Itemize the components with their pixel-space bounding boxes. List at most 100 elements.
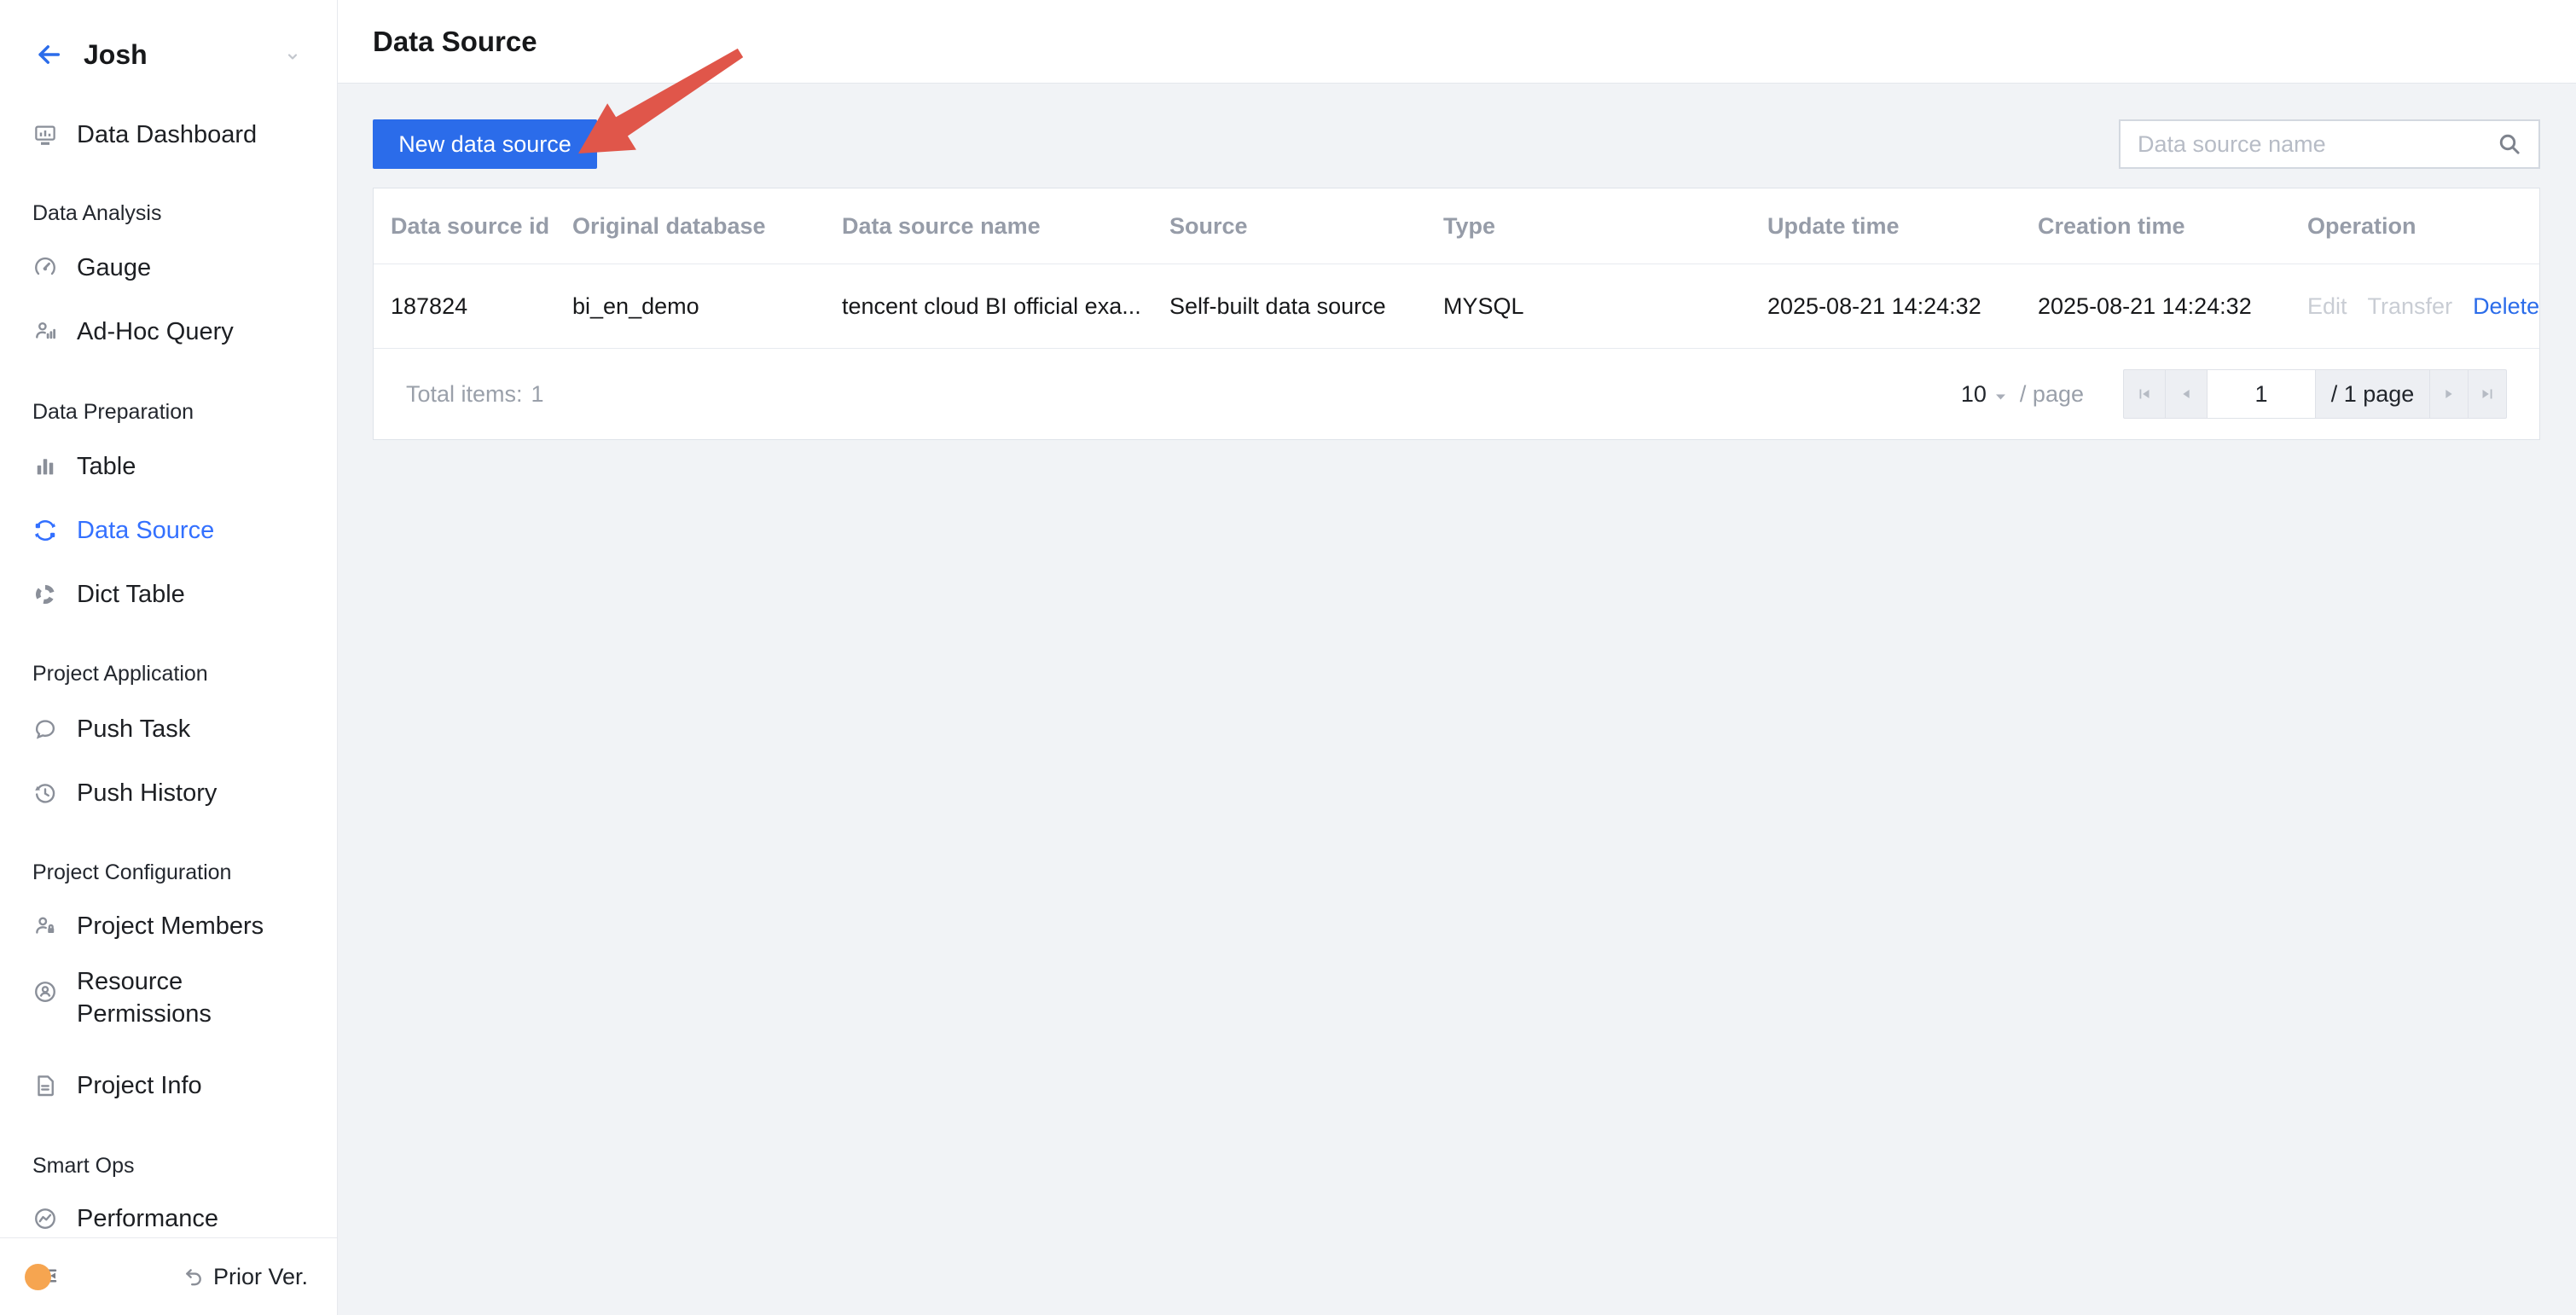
resource-permissions-icon (32, 979, 58, 1005)
table-footer: Total items: 1 10 / page 1 / 1 page (374, 349, 2539, 439)
table-icon (32, 454, 58, 479)
page-size-select[interactable]: 10 / page (1961, 381, 2084, 408)
sidebar-item-label: Project Info (77, 1072, 202, 1099)
total-items-label: Total items: (406, 380, 523, 407)
prior-version-button[interactable]: Prior Ver. (182, 1238, 308, 1315)
sidebar-item-project-info[interactable]: Project Info (0, 1054, 337, 1117)
search-box[interactable] (2119, 119, 2540, 169)
cell-type: MYSQL (1443, 293, 1524, 319)
gauge-icon (32, 255, 58, 281)
page-title: Data Source (373, 25, 537, 57)
section-label: Project Application (32, 661, 208, 686)
column-header: Original database (572, 212, 766, 239)
performance-icon (32, 1206, 58, 1231)
avatar-badge[interactable] (25, 1264, 51, 1290)
sidebar-item-data-dashboard[interactable]: Data Dashboard (0, 103, 337, 166)
sidebar-item-data-source[interactable]: Data Source (0, 499, 337, 562)
last-page-button[interactable] (2468, 369, 2507, 419)
next-page-button[interactable] (2429, 369, 2469, 419)
caret-down-icon (1995, 393, 2006, 401)
column-header: Type (1443, 212, 1496, 239)
sidebar-item-label: Push Task (77, 715, 191, 743)
sidebar-section-project-application: Project Application (0, 655, 337, 692)
table-row: 187824 bi_en_demo tencent cloud BI offic… (374, 264, 2539, 349)
column-header: Data source id (391, 212, 550, 239)
project-members-icon (32, 913, 58, 939)
sidebar-item-label: Project Members (77, 912, 264, 940)
sidebar-item-table[interactable]: Table (0, 435, 337, 498)
main-area: Data Source New data source Data source … (338, 0, 2576, 1315)
sidebar-section-data-analysis: Data Analysis (0, 194, 337, 232)
per-page-label: / page (2019, 380, 2084, 407)
page-controls: / 1 page (2123, 369, 2507, 419)
sidebar-item-label: Table (77, 453, 136, 480)
sidebar-item-label: Gauge (77, 254, 152, 281)
project-info-icon (32, 1073, 58, 1098)
sidebar-item-label: Data Source (77, 517, 215, 544)
sidebar-item-gauge[interactable]: Gauge (0, 236, 337, 299)
sidebar-item-label: Push History (77, 779, 218, 807)
page-size-value: 10 (1960, 380, 1987, 407)
content-area: New data source Data source id Original … (338, 84, 2576, 1315)
section-label: Project Configuration (32, 860, 232, 884)
back-arrow-icon[interactable] (34, 40, 63, 69)
edit-link[interactable]: Edit (2307, 293, 2347, 320)
sidebar-section-data-preparation: Data Preparation (0, 393, 337, 431)
column-header: Update time (1767, 212, 1900, 239)
transfer-link[interactable]: Transfer (2368, 293, 2453, 320)
push-history-icon (32, 780, 58, 806)
workspace-name: Josh (84, 38, 148, 70)
adhoc-query-icon (32, 319, 58, 345)
total-items-count: 1 (531, 380, 544, 407)
push-task-icon (32, 716, 58, 742)
first-page-button[interactable] (2123, 369, 2166, 419)
row-actions: Edit Transfer Delete (2290, 293, 2539, 320)
search-input[interactable] (2121, 130, 2496, 158)
dict-table-icon (32, 582, 58, 607)
column-header: Source (1169, 212, 1248, 239)
cell-original-database: bi_en_demo (572, 293, 699, 319)
column-header: Operation (2307, 212, 2416, 239)
sidebar-footer: Prior Ver. (0, 1237, 337, 1315)
search-icon[interactable] (2496, 130, 2523, 158)
workspace-header[interactable]: Josh (0, 24, 337, 85)
delete-link[interactable]: Delete (2473, 293, 2539, 320)
section-label: Smart Ops (32, 1153, 135, 1178)
prior-version-label: Prior Ver. (212, 1263, 308, 1289)
sidebar-item-label: Ad-Hoc Query (77, 318, 234, 345)
cell-data-source-name: tencent cloud BI official exa... (842, 293, 1141, 319)
table-header-row: Data source id Original database Data so… (374, 188, 2539, 264)
page-header: Data Source (338, 0, 2576, 84)
sidebar-item-label: Dict Table (77, 581, 185, 608)
sidebar-item-label: Resource Permissions (77, 968, 212, 1028)
cell-source: Self-built data source (1169, 293, 1386, 319)
sidebar-item-dict-table[interactable]: Dict Table (0, 563, 337, 626)
column-header: Creation time (2038, 212, 2185, 239)
sidebar-item-adhoc-query[interactable]: Ad-Hoc Query (0, 300, 337, 363)
chevron-down-icon[interactable] (282, 46, 303, 71)
previous-page-button[interactable] (2165, 369, 2208, 419)
cell-update-time: 2025-08-21 14:24:32 (1767, 293, 1981, 319)
sidebar-item-project-members[interactable]: Project Members (0, 895, 337, 958)
data-source-icon (32, 518, 58, 543)
section-label: Data Analysis (32, 200, 162, 225)
cell-data-source-id: 187824 (391, 293, 468, 319)
sidebar: Josh Data Dashboard Data Analysis Gauge … (0, 0, 338, 1315)
section-label: Data Preparation (32, 399, 194, 424)
data-source-table-card: Data source id Original database Data so… (373, 188, 2540, 440)
column-header: Data source name (842, 212, 1041, 239)
page-number-input[interactable] (2207, 369, 2316, 419)
sidebar-section-smart-ops: Smart Ops (0, 1147, 337, 1185)
dashboard-icon (32, 122, 58, 148)
new-data-source-button[interactable]: New data source (373, 119, 597, 169)
sidebar-item-resource-permissions[interactable]: Resource Permissions (0, 964, 337, 1057)
sidebar-item-label: Performance (77, 1205, 219, 1232)
sidebar-item-push-task[interactable]: Push Task (0, 698, 337, 761)
page-count: / 1 page (2315, 369, 2430, 419)
sidebar-item-push-history[interactable]: Push History (0, 762, 337, 825)
sidebar-item-label: Data Dashboard (77, 121, 258, 148)
undo-icon (182, 1266, 205, 1289)
total-items: Total items: 1 (406, 381, 544, 408)
cell-creation-time: 2025-08-21 14:24:32 (2038, 293, 2252, 319)
pagination: 10 / page / 1 pag (1961, 369, 2507, 419)
